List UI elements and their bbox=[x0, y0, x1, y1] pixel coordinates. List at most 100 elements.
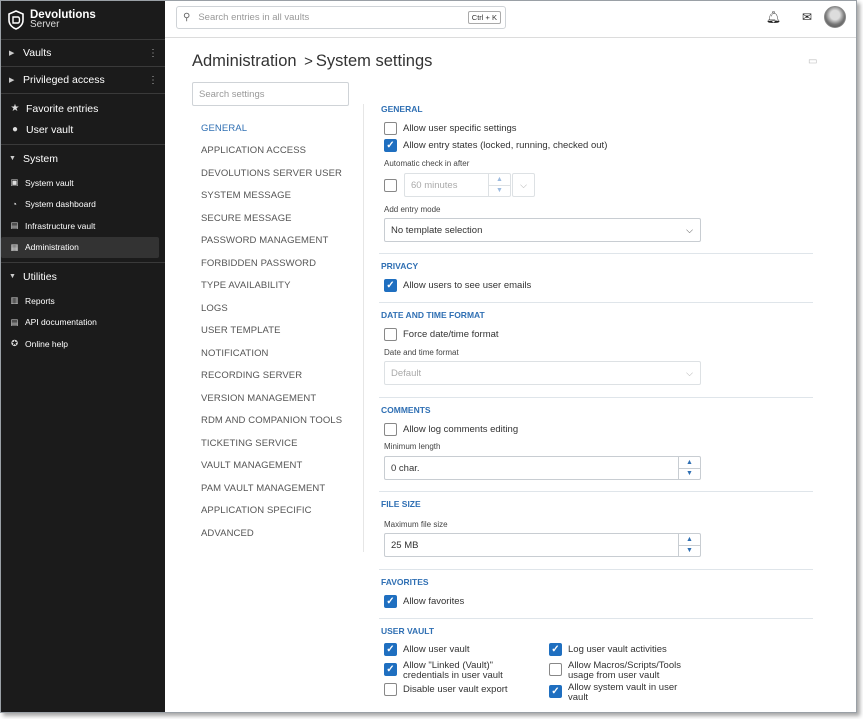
chevron-down-icon[interactable]: ▼ bbox=[679, 467, 700, 480]
sidebar-group-vaults[interactable]: ▶ Vaults ⋮ bbox=[1, 40, 165, 66]
page-title: Administration > System settings bbox=[192, 52, 432, 71]
sidebar-item-api-documentation[interactable]: ▤ API documentation bbox=[1, 312, 159, 334]
more-options-icon[interactable]: ⋮ bbox=[148, 48, 158, 59]
save-icon[interactable]: ▭ bbox=[808, 56, 817, 67]
mail-icon[interactable]: ✉ bbox=[802, 10, 812, 24]
sidebar-item-infrastructure-vault[interactable]: ▤ Infrastructure vault bbox=[1, 215, 159, 237]
checkbox-unchecked[interactable] bbox=[384, 328, 397, 341]
settings-nav-item[interactable]: RDM AND COMPANION TOOLS bbox=[201, 410, 361, 433]
checkbox-unchecked[interactable] bbox=[384, 122, 397, 135]
sidebar-item-label: System dashboard bbox=[25, 199, 96, 210]
checkmark-icon[interactable]: ✓ bbox=[549, 643, 562, 656]
allow-favorites-checkbox[interactable]: ✓ Allow favorites bbox=[384, 595, 464, 608]
disable-user-vault-export-checkbox[interactable]: Disable user vault export bbox=[384, 683, 508, 696]
sidebar-group-utilities[interactable]: ▼ Utilities bbox=[1, 263, 165, 290]
chevron-up-icon[interactable]: ▲ bbox=[679, 534, 700, 545]
settings-nav-item[interactable]: VAULT MANAGEMENT bbox=[201, 455, 361, 478]
avatar[interactable] bbox=[824, 6, 846, 28]
settings-nav-item[interactable]: RECORDING SERVER bbox=[201, 365, 361, 388]
document-icon: ▤ bbox=[10, 316, 19, 327]
sidebar-group-system[interactable]: ▼ System bbox=[1, 145, 165, 172]
field-label: Date and time format bbox=[384, 348, 459, 357]
chevron-up-icon[interactable]: ▲ bbox=[679, 457, 700, 468]
chevron-up-icon[interactable]: ▲ bbox=[489, 174, 510, 185]
allow-user-emails-checkbox[interactable]: ✓ Allow users to see user emails bbox=[384, 279, 531, 292]
more-options-icon[interactable]: ⋮ bbox=[148, 75, 158, 86]
checkmark-icon[interactable]: ✓ bbox=[384, 139, 397, 152]
chevron-down-icon[interactable]: ▼ bbox=[489, 184, 510, 197]
checkmark-icon[interactable]: ✓ bbox=[384, 595, 397, 608]
sidebar-item-system-dashboard[interactable]: ◔ System dashboard bbox=[1, 194, 159, 216]
checkbox-unchecked[interactable] bbox=[384, 423, 397, 436]
settings-nav-item[interactable]: APPLICATION SPECIFIC bbox=[201, 500, 361, 523]
settings-nav-item[interactable]: USER TEMPLATE bbox=[201, 320, 361, 343]
select-value: Default bbox=[391, 367, 422, 379]
checkmark-icon[interactable]: ✓ bbox=[384, 279, 397, 292]
checkbox-unchecked[interactable] bbox=[549, 663, 562, 676]
checkbox-label: Allow system vault in user vault bbox=[568, 682, 678, 703]
allow-entry-states-checkbox[interactable]: ✓ Allow entry states (locked, running, c… bbox=[384, 139, 607, 152]
settings-nav-item[interactable]: VERSION MANAGEMENT bbox=[201, 387, 361, 410]
auto-checkin-checkbox[interactable] bbox=[384, 179, 397, 192]
auto-checkin-input[interactable]: 60 minutes ▲ ▼ bbox=[404, 173, 511, 197]
settings-nav-item[interactable]: APPLICATION ACCESS bbox=[201, 140, 361, 163]
bell-icon[interactable]: 🔔︎ bbox=[766, 10, 781, 24]
settings-nav-item[interactable]: TYPE AVAILABILITY bbox=[201, 275, 361, 298]
settings-nav-general[interactable]: GENERAL bbox=[201, 117, 361, 140]
breadcrumb-root[interactable]: Administration bbox=[192, 52, 297, 70]
settings-nav-item[interactable]: SECURE MESSAGE bbox=[201, 207, 361, 230]
sidebar-item-label: User vault bbox=[26, 123, 74, 136]
divider bbox=[379, 491, 813, 492]
breadcrumb-current: System settings bbox=[315, 52, 433, 70]
section-title-general: GENERAL bbox=[381, 104, 423, 114]
allow-user-vault-checkbox[interactable]: ✓ Allow user vault bbox=[384, 643, 470, 656]
allow-system-vault-checkbox[interactable]: ✓ Allow system vault in user vault bbox=[549, 683, 699, 703]
add-entry-mode-select[interactable]: No template selection ⌵ bbox=[384, 218, 701, 242]
settings-nav-item[interactable]: PAM VAULT MANAGEMENT bbox=[201, 477, 361, 500]
chevron-down-icon: ⌵ bbox=[520, 179, 527, 190]
chevron-right-icon: ▶ bbox=[9, 50, 15, 57]
settings-nav-item[interactable]: DEVOLUTIONS SERVER USER bbox=[201, 162, 361, 185]
allow-macros-checkbox[interactable]: Allow Macros/Scripts/Tools usage from us… bbox=[549, 661, 699, 681]
settings-nav-item[interactable]: PASSWORD MANAGEMENT bbox=[201, 230, 361, 253]
sidebar-item-favorite-entries[interactable]: ★ Favorite entries bbox=[1, 98, 165, 119]
stepper[interactable]: ▲ ▼ bbox=[488, 174, 510, 196]
checkbox-unchecked[interactable] bbox=[384, 683, 397, 696]
brand-logo[interactable]: Devolutions Server bbox=[1, 1, 165, 39]
settings-nav-item[interactable]: TICKETING SERVICE bbox=[201, 432, 361, 455]
settings-search-input[interactable]: Search settings bbox=[192, 82, 349, 106]
settings-nav-item[interactable]: SYSTEM MESSAGE bbox=[201, 185, 361, 208]
chevron-down-icon[interactable]: ▼ bbox=[679, 544, 700, 557]
date-time-format-select[interactable]: Default ⌵ bbox=[384, 361, 701, 385]
settings-nav-item[interactable]: ADVANCED bbox=[201, 522, 361, 545]
sidebar-item-reports[interactable]: ▥ Reports bbox=[1, 290, 159, 312]
sidebar-group-privileged-access[interactable]: ▶ Privileged access ⋮ bbox=[1, 67, 165, 93]
minimum-length-input[interactable]: 0 char. ▲ ▼ bbox=[384, 456, 701, 480]
global-search-input[interactable]: ⚲ Search entries in all vaults Ctrl + K bbox=[176, 6, 506, 29]
sidebar-item-online-help[interactable]: ✪ Online help bbox=[1, 333, 159, 355]
chevron-down-icon: ▼ bbox=[9, 273, 16, 280]
checkmark-icon[interactable]: ✓ bbox=[384, 643, 397, 656]
checkbox-label: Allow log comments editing bbox=[403, 424, 519, 435]
sidebar-item-user-vault[interactable]: ● User vault bbox=[1, 119, 165, 140]
unit-dropdown[interactable]: ⌵ bbox=[512, 173, 535, 197]
log-user-vault-activities-checkbox[interactable]: ✓ Log user vault activities bbox=[549, 643, 667, 656]
maximum-file-size-input[interactable]: 25 MB ▲ ▼ bbox=[384, 533, 701, 557]
stepper[interactable]: ▲ ▼ bbox=[678, 534, 700, 556]
stepper[interactable]: ▲ ▼ bbox=[678, 457, 700, 479]
sidebar-group-label: Vaults bbox=[23, 47, 52, 59]
checkmark-icon[interactable]: ✓ bbox=[549, 685, 562, 698]
settings-nav-item[interactable]: LOGS bbox=[201, 297, 361, 320]
allow-linked-credentials-checkbox[interactable]: ✓ Allow "Linked (Vault)" credentials in … bbox=[384, 661, 534, 681]
sidebar-group-label: System bbox=[23, 152, 59, 165]
sidebar-item-system-vault[interactable]: ▣ System vault bbox=[1, 172, 159, 194]
sidebar-item-administration[interactable]: ▦ Administration bbox=[1, 236, 159, 258]
force-date-time-checkbox[interactable]: Force date/time format bbox=[384, 328, 499, 341]
settings-nav-item[interactable]: NOTIFICATION bbox=[201, 342, 361, 365]
checkmark-icon[interactable]: ✓ bbox=[384, 663, 397, 676]
allow-user-specific-settings-checkbox[interactable]: Allow user specific settings bbox=[384, 122, 517, 135]
settings-nav-item[interactable]: FORBIDDEN PASSWORD bbox=[201, 252, 361, 275]
allow-log-comments-editing-checkbox[interactable]: Allow log comments editing bbox=[384, 423, 518, 436]
field-label: Automatic check in after bbox=[384, 159, 470, 168]
search-placeholder: Search entries in all vaults bbox=[198, 12, 310, 23]
